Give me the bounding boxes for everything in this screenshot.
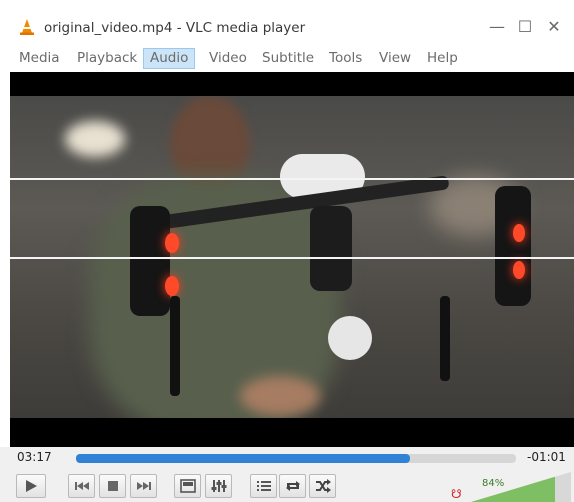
minimize-icon[interactable]: — <box>485 17 509 37</box>
stop-icon <box>107 481 118 491</box>
seek-bar-progress <box>76 454 411 463</box>
video-area[interactable] <box>10 72 574 447</box>
menu-view[interactable]: View <box>377 49 413 68</box>
glitch-line <box>10 178 574 180</box>
previous-button[interactable] <box>68 474 95 498</box>
menu-tools[interactable]: Tools <box>327 49 364 68</box>
next-icon <box>136 482 151 490</box>
menu-playback[interactable]: Playback <box>75 49 139 68</box>
menu-video[interactable]: Video <box>207 49 249 68</box>
playlist-button[interactable] <box>250 474 277 498</box>
seek-bar[interactable] <box>76 454 516 463</box>
volume-icon[interactable]: ☋ <box>451 487 462 501</box>
shuffle-icon <box>315 479 331 493</box>
remaining-time: -01:01 <box>527 450 566 464</box>
next-button[interactable] <box>130 474 157 498</box>
extended-settings-icon <box>211 480 226 492</box>
glitch-line <box>10 257 574 259</box>
play-button[interactable] <box>16 474 46 498</box>
shuffle-button[interactable] <box>309 474 336 498</box>
close-icon[interactable]: ✕ <box>542 17 566 37</box>
menu-audio[interactable]: Audio <box>143 48 196 69</box>
drone-gimbal <box>328 316 372 360</box>
background-light <box>65 121 125 157</box>
playlist-icon <box>256 481 271 491</box>
menu-help[interactable]: Help <box>425 49 460 68</box>
drone-camera <box>310 206 352 291</box>
fullscreen-icon <box>179 479 196 493</box>
previous-icon <box>74 482 89 490</box>
title-bar: original_video.mp4 - VLC media player — … <box>0 0 574 42</box>
drone-light <box>165 233 179 253</box>
menu-media[interactable]: Media <box>17 49 62 68</box>
drone-leg <box>440 296 450 381</box>
menu-subtitle[interactable]: Subtitle <box>260 49 316 68</box>
drone-light <box>513 224 525 242</box>
loop-icon <box>285 481 300 491</box>
drone-leg <box>170 296 180 396</box>
video-frame <box>10 96 574 418</box>
drone-light <box>513 261 525 279</box>
maximize-icon[interactable]: ☐ <box>513 17 537 37</box>
fullscreen-button[interactable] <box>174 474 201 498</box>
volume-percent: 84% <box>482 478 505 489</box>
extended-settings-button[interactable] <box>205 474 232 498</box>
elapsed-time: 03:17 <box>17 450 52 464</box>
menu-bar: Media Playback Audio Video Subtitle Tool… <box>0 46 574 70</box>
drone-motor-left <box>130 206 170 316</box>
drone-light <box>165 276 179 296</box>
person-hand <box>240 376 320 416</box>
vlc-cone-icon <box>20 19 34 35</box>
drone-motor-right <box>495 186 531 306</box>
loop-button[interactable] <box>279 474 306 498</box>
play-icon <box>26 480 37 492</box>
stop-button[interactable] <box>99 474 126 498</box>
window-title: original_video.mp4 - VLC media player <box>44 20 306 36</box>
